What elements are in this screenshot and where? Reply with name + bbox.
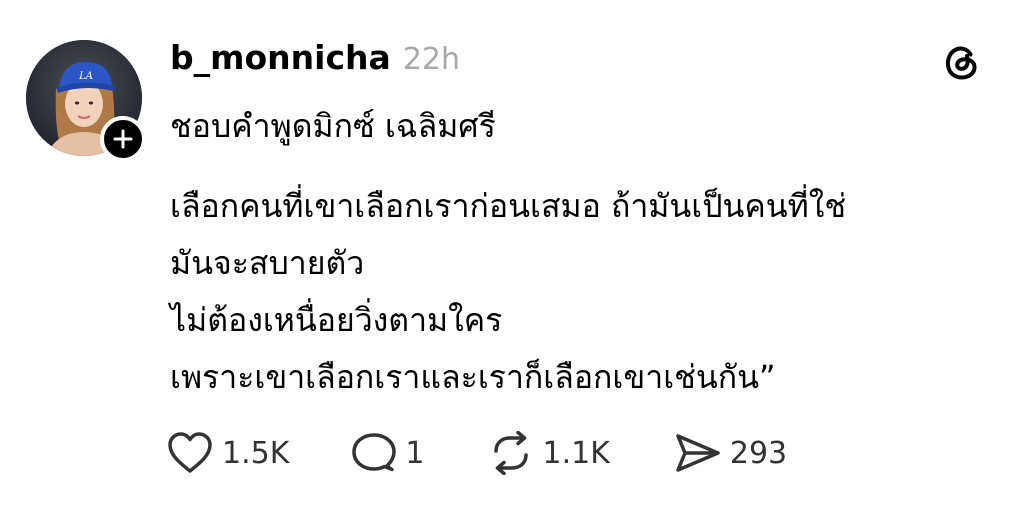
post-header: b_monnicha 22h [170,38,460,77]
username[interactable]: b_monnicha [170,38,391,77]
like-button[interactable]: 1.5K [166,430,289,476]
send-icon [676,434,720,472]
svg-text:LA: LA [78,71,93,82]
share-button[interactable]: 293 [674,431,787,475]
action-bar: 1.5K 1 1.1K 293 [166,430,787,476]
like-count: 1.5K [222,435,290,471]
threads-post: LA b_monnicha 22h ชอบคำพูดมิกซ์ เฉลิมศรี… [0,0,1024,512]
reply-count: 1 [405,435,425,471]
post-body: เลือกคนที่เขาเลือกเราก่อนเสมอ ถ้ามันเป็น… [170,178,970,406]
repost-button[interactable]: 1.1K [488,431,610,475]
post-timestamp: 22h [402,42,460,77]
post-body-line: มันจะสบายตัว [170,244,365,282]
heart-icon [168,432,212,473]
threads-logo-icon[interactable] [940,40,984,84]
follow-button[interactable] [100,116,146,162]
comment-icon [352,433,397,472]
share-count: 293 [729,435,788,471]
post-intro-text: ชอบคำพูดมิกซ์ เฉลิมศรี [170,107,496,145]
plus-icon [113,129,133,149]
reply-button[interactable]: 1 [351,431,424,475]
post-body-line: เพราะเขาเลือกเราและเราก็เลือกเขาเช่นกัน” [170,358,776,396]
post-body-line: เลือกคนที่เขาเลือกเราก่อนเสมอ ถ้ามันเป็น… [170,187,847,225]
post-body-line: ไม่ต้องเหนื่อยวิ่งตามใคร [170,301,503,339]
repost-icon [494,431,529,475]
repost-count: 1.1K [542,435,610,471]
